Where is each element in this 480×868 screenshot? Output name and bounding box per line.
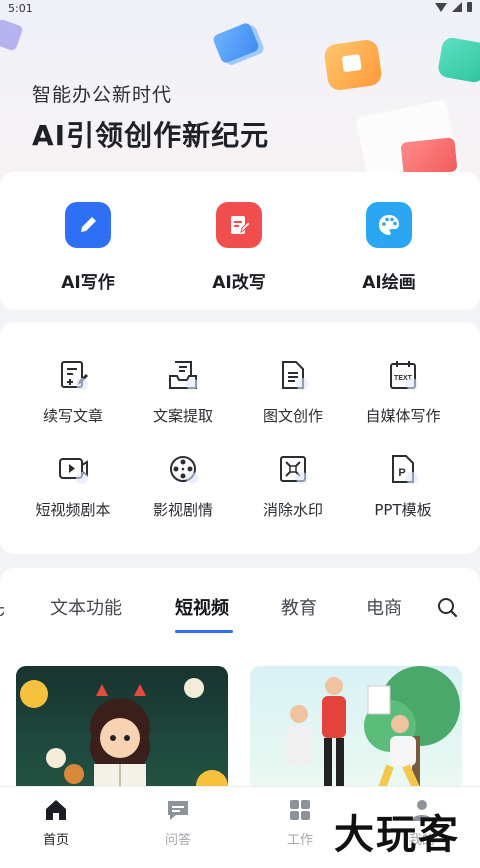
ppt-icon: P [392, 455, 418, 484]
nav-home-label: 首页 [42, 833, 69, 848]
edit-doc-icon [216, 202, 262, 248]
tool-remove-watermark[interactable]: 消除水印 [238, 452, 348, 520]
tool-label: 消除水印 [262, 501, 323, 519]
template-thumbnail-girl-reading[interactable] [16, 666, 228, 806]
tool-continue-writing[interactable]: 续写文章 [18, 358, 128, 426]
film-reel-icon [170, 456, 198, 484]
bottom-navigation: 首页 问答 工作 我的 [0, 786, 480, 861]
remove-watermark-icon [280, 456, 308, 484]
status-time: 5:01 [8, 2, 33, 15]
ai-writing-button[interactable]: AI写作 [28, 202, 148, 293]
home-icon [46, 800, 66, 820]
tool-film-plot[interactable]: 影视剧情 [128, 452, 238, 520]
continue-writing-icon [61, 361, 88, 390]
active-tab-indicator [175, 630, 233, 633]
tool-label: 影视剧情 [152, 501, 213, 519]
document-icon [282, 361, 308, 390]
hero-title: AI引领创作新纪元 [32, 119, 270, 152]
nav-mine[interactable]: 我的 [382, 797, 462, 848]
nav-qa[interactable]: 问答 [138, 797, 218, 848]
ai-rewrite-button[interactable]: AI改写 [179, 202, 299, 293]
tool-label: 图文创作 [262, 407, 323, 425]
nav-home[interactable]: 首页 [16, 797, 96, 848]
status-bar: 5:01 [0, 0, 480, 18]
decor-folder-icon [211, 21, 261, 65]
nav-mine-label: 我的 [408, 833, 435, 848]
tab-text-features[interactable]: 文本功能 [50, 594, 122, 620]
nav-qa-label: 问答 [164, 833, 191, 848]
wifi-icon [435, 2, 447, 12]
search-button[interactable] [436, 596, 460, 620]
tool-label: 短视频剧本 [35, 501, 111, 519]
search-icon [438, 598, 458, 618]
grid-icon [290, 800, 310, 820]
tool-label: PPT模板 [374, 501, 432, 519]
ai-writing-label: AI写作 [61, 273, 115, 293]
nav-work-label: 工作 [286, 833, 313, 848]
template-thumbnail-people-outdoor[interactable] [250, 666, 462, 806]
copy-extract-icon [169, 361, 198, 390]
people-outdoor-illustration [250, 666, 462, 806]
tab-ecommerce[interactable]: 电商 [366, 594, 402, 620]
ai-painting-button[interactable]: AI绘画 [329, 202, 449, 293]
tool-label: 续写文章 [42, 407, 103, 425]
category-tabs: 术 文本功能 短视频 教育 电商 [0, 590, 480, 636]
decor-play-icon [400, 137, 458, 177]
tool-video-script[interactable]: 短视频剧本 [18, 452, 128, 520]
decor-purple-shape [0, 18, 24, 52]
tab-short-video[interactable]: 短视频 [175, 594, 229, 620]
tool-copy-extract[interactable]: 文案提取 [128, 358, 238, 426]
pencil-icon [65, 202, 111, 248]
decor-chat-icon [436, 36, 480, 84]
signal-icon [452, 2, 462, 12]
tools-card: 续写文章 文案提取 图文创作 TEXT 自媒体写作 短视频剧本 影视剧情 消除水… [0, 322, 480, 554]
ai-painting-label: AI绘画 [362, 273, 416, 293]
tool-label: 文案提取 [152, 407, 213, 425]
decor-image-icon [323, 38, 383, 92]
tab-clipped[interactable]: 术 [0, 598, 4, 616]
hero-banner: 5:01 智能办公新时代 AI引领创作新纪元 [0, 0, 480, 190]
ai-feature-card: AI写作 AI改写 AI绘画 [0, 172, 480, 310]
nav-work[interactable]: 工作 [260, 797, 340, 848]
tab-clipped-label: 术 [0, 602, 4, 616]
tab-education[interactable]: 教育 [281, 594, 317, 620]
tool-self-media[interactable]: TEXT 自媒体写作 [348, 358, 458, 426]
battery-icon [467, 2, 472, 12]
video-script-icon [59, 458, 88, 484]
tool-label: 自媒体写作 [365, 407, 441, 425]
ai-rewrite-label: AI改写 [212, 273, 266, 293]
palette-icon [366, 202, 412, 248]
tool-ppt-template[interactable]: P PPT模板 [348, 452, 458, 520]
tool-image-text[interactable]: 图文创作 [238, 358, 348, 426]
girl-reading-illustration [20, 678, 228, 802]
text-calendar-icon: TEXT [390, 361, 418, 390]
hero-subtitle: 智能办公新时代 [32, 84, 173, 106]
chat-icon [168, 801, 188, 820]
user-icon [412, 800, 432, 821]
ppt-badge: P [398, 467, 405, 479]
